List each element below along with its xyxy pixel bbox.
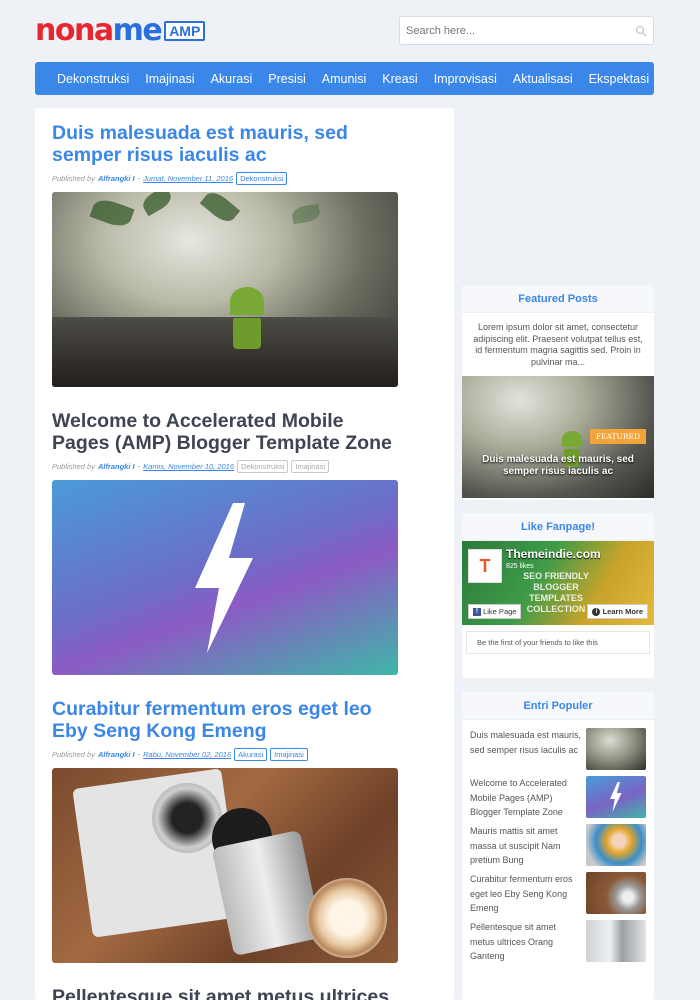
featured-caption[interactable]: Duis malesuada est mauris, sed semper ri…	[462, 454, 654, 478]
post-title[interactable]: Duis malesuada est mauris, sed semper ri…	[52, 122, 402, 166]
popular-post-title[interactable]: Duis malesuada est mauris, sed semper ri…	[470, 728, 582, 757]
widget-title: Featured Posts	[462, 285, 654, 313]
post-label[interactable]: Akurasi	[234, 748, 268, 761]
post-label[interactable]: Dekonstruksi	[236, 172, 288, 185]
post-author[interactable]: Alfrangki I	[98, 750, 135, 759]
popular-post-thumbnail[interactable]	[586, 872, 646, 914]
post-card: Duis malesuada est mauris, sed semper ri…	[52, 122, 402, 387]
post-thumbnail[interactable]	[52, 768, 398, 963]
site-logo[interactable]: noname AMP	[35, 13, 206, 48]
post-date[interactable]: Rabu, November 02, 2016	[143, 750, 231, 759]
popular-post-title[interactable]: Pellentesque sit amet metus ultrices Ora…	[470, 920, 582, 964]
nav-item-ekspektasi[interactable]: Ekspektasi	[589, 72, 649, 86]
facebook-page-banner[interactable]: T Themeindie.com 825 likes SEO FRIENDLY …	[462, 541, 654, 625]
search-input[interactable]	[406, 24, 635, 37]
post-title[interactable]: Curabitur fermentum eros eget leo Eby Se…	[52, 698, 402, 742]
post-card: Curabitur fermentum eros eget leo Eby Se…	[52, 698, 402, 963]
featured-post-image[interactable]: FEATURED Duis malesuada est mauris, sed …	[462, 376, 654, 498]
popular-post-thumbnail[interactable]	[586, 776, 646, 818]
post-thumbnail[interactable]	[52, 192, 398, 387]
post-thumbnail[interactable]	[52, 480, 398, 675]
featured-excerpt: Lorem ipsum dolor sit amet, consectetur …	[473, 322, 643, 367]
popular-post-item[interactable]: Welcome to Accelerated Mobile Pages (AMP…	[470, 768, 646, 818]
featured-posts-widget: Featured Posts Lorem ipsum dolor sit ame…	[462, 285, 654, 500]
post-meta: Published by Alfrangki I - Rabu, Novembe…	[52, 748, 402, 761]
popular-post-thumbnail[interactable]	[586, 920, 646, 962]
friends-text: Be the first of your friends to like thi…	[466, 631, 650, 654]
meta-separator: -	[137, 750, 141, 759]
post-label[interactable]: Imajinasi	[270, 748, 308, 761]
post-meta: Published by Alfrangki I - Jumat, Novemb…	[52, 172, 402, 185]
nav-item-aktualisasi[interactable]: Aktualisasi	[513, 72, 573, 86]
post-title[interactable]: Pellentesque sit amet metus ultrices	[52, 986, 402, 1000]
learn-more-button[interactable]: i Learn More	[587, 603, 648, 619]
nav-item-amunisi[interactable]: Amunisi	[322, 72, 366, 86]
page-likes: 825 likes	[506, 563, 534, 570]
nav-item-dekonstruksi[interactable]: Dekonstruksi	[57, 72, 129, 86]
post-label[interactable]: Imajinasi	[291, 460, 329, 473]
lightning-bolt-icon	[610, 782, 622, 812]
nav-item-imajinasi[interactable]: Imajinasi	[145, 72, 194, 86]
logo-amp-badge: AMP	[164, 21, 206, 41]
popular-post-title[interactable]: Curabitur fermentum eros eget leo Eby Se…	[470, 872, 582, 916]
published-by-text: Published by	[52, 174, 95, 183]
android-figure	[230, 287, 264, 349]
info-icon: i	[592, 608, 601, 616]
like-page-button[interactable]: f Like Page	[468, 603, 522, 619]
logo-wordmark: noname	[35, 13, 163, 48]
popular-posts-widget: Entri Populer Duis malesuada est mauris,…	[462, 692, 654, 1000]
popular-post-title[interactable]: Mauris mattis sit amet massa ut suscipit…	[470, 824, 582, 868]
post-meta: Published by Alfrangki I - Kamis, Novemb…	[52, 460, 402, 473]
search-box[interactable]	[399, 16, 654, 45]
page-name[interactable]: Themeindie.com	[506, 547, 601, 561]
popular-post-title[interactable]: Welcome to Accelerated Mobile Pages (AMP…	[470, 776, 582, 820]
popular-post-item[interactable]: Duis malesuada est mauris, sed semper ri…	[470, 720, 646, 770]
facebook-icon: f	[473, 608, 481, 616]
lightning-bolt-icon	[195, 502, 253, 653]
fanpage-widget: Like Fanpage! T Themeindie.com 825 likes…	[462, 513, 654, 678]
search-icon[interactable]	[635, 25, 647, 37]
post-author[interactable]: Alfrangki I	[98, 174, 135, 183]
popular-post-thumbnail[interactable]	[586, 728, 646, 770]
popular-post-item[interactable]: Mauris mattis sit amet massa ut suscipit…	[470, 816, 646, 866]
nav-item-kreasi[interactable]: Kreasi	[382, 72, 417, 86]
meta-separator: -	[137, 174, 141, 183]
post-date[interactable]: Jumat, November 11, 2016	[143, 174, 233, 183]
post-label[interactable]: Dekonstruksi	[237, 460, 289, 473]
main-nav: Dekonstruksi Imajinasi Akurasi Presisi A…	[35, 62, 654, 95]
popular-post-item[interactable]: Pellentesque sit amet metus ultrices Ora…	[470, 912, 646, 962]
widget-title: Like Fanpage!	[462, 513, 654, 541]
meta-separator: -	[137, 462, 141, 471]
nav-item-improvisasi[interactable]: Improvisasi	[434, 72, 497, 86]
published-by-text: Published by	[52, 462, 95, 471]
post-card: Pellentesque sit amet metus ultrices	[52, 986, 402, 1000]
popular-post-item[interactable]: Curabitur fermentum eros eget leo Eby Se…	[470, 864, 646, 914]
nav-item-presisi[interactable]: Presisi	[268, 72, 306, 86]
widget-title: Entri Populer	[462, 692, 654, 720]
post-list: Duis malesuada est mauris, sed semper ri…	[35, 108, 454, 1000]
post-author[interactable]: Alfrangki I	[98, 462, 135, 471]
featured-badge: FEATURED	[589, 429, 646, 444]
page-logo: T	[468, 549, 502, 583]
post-card: Welcome to Accelerated Mobile Pages (AMP…	[52, 410, 402, 675]
published-by-text: Published by	[52, 750, 95, 759]
post-date[interactable]: Kamis, November 10, 2016	[143, 462, 234, 471]
nav-item-akurasi[interactable]: Akurasi	[211, 72, 253, 86]
post-title[interactable]: Welcome to Accelerated Mobile Pages (AMP…	[52, 410, 402, 454]
popular-post-thumbnail[interactable]	[586, 824, 646, 866]
